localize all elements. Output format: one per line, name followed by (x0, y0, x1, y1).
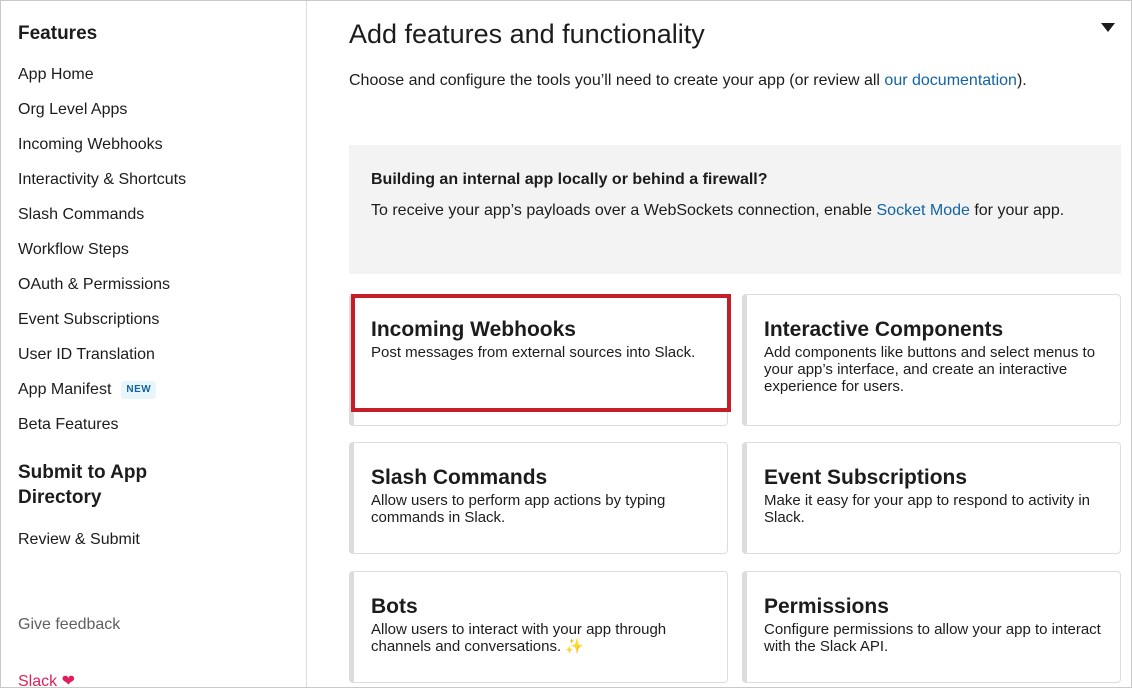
card-description: Make it easy for your app to respond to … (764, 492, 1090, 526)
card-description: Add components like buttons and select m… (764, 344, 1096, 395)
documentation-link[interactable]: our documentation (884, 72, 1017, 89)
collapse-caret-icon[interactable] (1101, 23, 1115, 32)
sidebar-item-beta-features[interactable]: Beta Features (18, 407, 306, 442)
sidebar-item-interactivity-shortcuts[interactable]: Interactivity & Shortcuts (18, 162, 306, 197)
sidebar-item-user-id-translation[interactable]: User ID Translation (18, 337, 306, 372)
sidebar-item-workflow-steps[interactable]: Workflow Steps (18, 232, 306, 267)
callout-text-end: for your app. (969, 202, 1065, 219)
card-description: Allow users to perform app actions by ty… (371, 492, 666, 526)
card-title: Incoming Webhooks (371, 318, 576, 341)
sidebar-item-label: App Manifest (18, 381, 112, 398)
sidebar-heading-submit: Submit to App Directory (18, 462, 148, 508)
sparkles-icon: ✨ (565, 638, 584, 655)
card-title: Permissions (764, 595, 889, 618)
socket-mode-callout: Building an internal app locally or behi… (349, 145, 1121, 274)
sidebar-item-org-level-apps[interactable]: Org Level Apps (18, 92, 306, 127)
sidebar-item-event-subscriptions[interactable]: Event Subscriptions (18, 302, 306, 337)
feature-card-permissions[interactable]: Permissions Configure permissions to all… (742, 571, 1121, 683)
sidebar-item-incoming-webhooks[interactable]: Incoming Webhooks (18, 127, 306, 162)
feature-card-slash-commands[interactable]: Slash Commands Allow users to perform ap… (349, 442, 728, 554)
intro-text-body: Choose and configure the tools you’ll ne… (349, 72, 885, 89)
intro-text-end: ). (1016, 72, 1027, 89)
slack-footer-link[interactable]: Slack ❤ (18, 671, 75, 687)
intro-text: Choose and configure the tools you’ll ne… (349, 67, 1069, 95)
sidebar-item-oauth-permissions[interactable]: OAuth & Permissions (18, 267, 306, 302)
card-title: Interactive Components (764, 318, 1004, 341)
give-feedback-link[interactable]: Give feedback (18, 616, 120, 634)
callout-title: Building an internal app locally or behi… (371, 171, 768, 188)
feature-card-incoming-webhooks[interactable]: Incoming Webhooks Post messages from ext… (349, 294, 728, 426)
card-title: Event Subscriptions (764, 466, 968, 489)
sidebar-item-slash-commands[interactable]: Slash Commands (18, 197, 306, 232)
callout-body: To receive your app’s payloads over a We… (371, 197, 1099, 225)
feature-card-event-subscriptions[interactable]: Event Subscriptions Make it easy for you… (742, 442, 1121, 554)
page-title: Add features and functionality (349, 19, 705, 49)
sidebar-heading-features: Features (18, 23, 98, 44)
sidebar-item-app-manifest[interactable]: App Manifest NEW (18, 372, 306, 407)
sidebar-item-app-home[interactable]: App Home (18, 57, 306, 92)
app-window: Features App Home Org Level Apps Incomin… (0, 0, 1132, 688)
callout-text: To receive your app’s payloads over a We… (371, 202, 877, 219)
new-badge: NEW (121, 380, 157, 399)
card-description: Configure permissions to allow your app … (764, 621, 1101, 655)
card-title: Slash Commands (371, 466, 548, 489)
card-title: Bots (371, 595, 418, 618)
sidebar-item-review-submit[interactable]: Review & Submit (18, 522, 306, 557)
card-description: Allow users to interact with your app th… (371, 621, 709, 655)
card-description-text: Allow users to interact with your app th… (371, 621, 667, 655)
feature-card-bots[interactable]: Bots Allow users to interact with your a… (349, 571, 728, 683)
card-description: Post messages from external sources into… (371, 344, 696, 361)
sidebar: Features App Home Org Level Apps Incomin… (1, 1, 307, 687)
feature-card-interactive-components[interactable]: Interactive Components Add components li… (742, 294, 1121, 426)
socket-mode-link[interactable]: Socket Mode (877, 202, 970, 219)
